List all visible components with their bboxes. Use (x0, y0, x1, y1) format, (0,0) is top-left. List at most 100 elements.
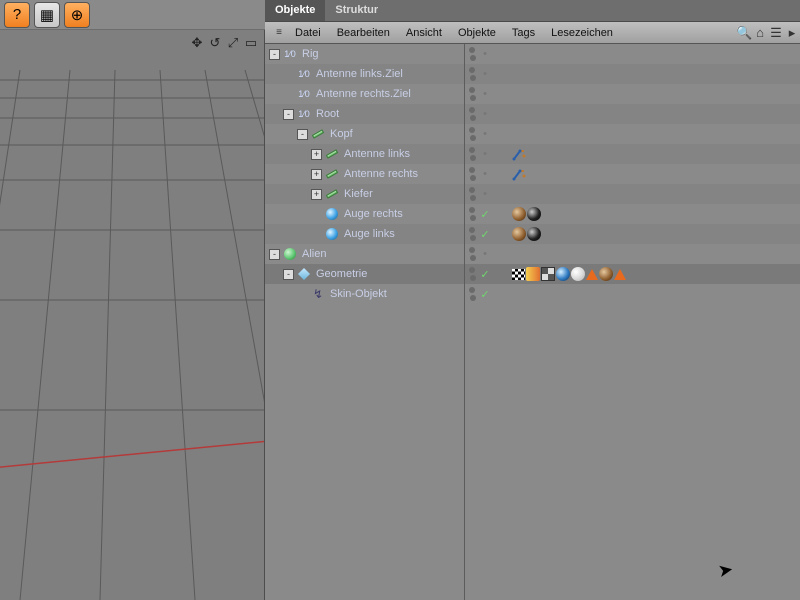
hamburger-icon[interactable]: ≡ (271, 27, 287, 38)
viewport[interactable]: ✥ ↺ ⤢ ▭ (0, 30, 265, 600)
grid-icon (0, 30, 265, 600)
tree-row[interactable]: Auge rechts (265, 204, 464, 224)
search-icon[interactable]: 🔍 (736, 25, 752, 41)
enable-toggle[interactable]: • (480, 48, 490, 60)
material-white-tag-icon[interactable] (571, 267, 585, 281)
object-label[interactable]: Root (313, 108, 339, 120)
enable-toggle[interactable]: • (480, 68, 490, 80)
menu-ansicht[interactable]: Ansicht (398, 27, 450, 39)
collapse-icon[interactable]: - (269, 249, 280, 260)
visibility-dots-icon[interactable] (469, 87, 476, 101)
object-label[interactable]: Auge rechts (341, 208, 403, 220)
material-blue-tag-icon[interactable] (556, 267, 570, 281)
enable-toggle[interactable]: • (480, 108, 490, 120)
collapse-icon[interactable]: - (269, 49, 280, 60)
visibility-dots-icon[interactable] (469, 107, 476, 121)
object-label[interactable]: Antenne rechts.Ziel (313, 88, 411, 100)
object-label[interactable]: Alien (299, 248, 326, 260)
object-label[interactable]: Skin-Objekt (327, 288, 387, 300)
menu-bearbeiten[interactable]: Bearbeiten (329, 27, 398, 39)
object-label[interactable]: Auge links (341, 228, 395, 240)
enable-toggle[interactable]: ✓ (480, 268, 490, 281)
tree-row[interactable]: - Geometrie (265, 264, 464, 284)
material-black-tag-icon[interactable] (527, 207, 541, 221)
enable-toggle[interactable]: ✓ (480, 228, 490, 241)
tree-row[interactable]: + Antenne rechts (265, 164, 464, 184)
visibility-dots-icon[interactable] (469, 287, 476, 301)
material-brown-tag-icon[interactable] (599, 267, 613, 281)
enable-toggle[interactable]: • (480, 88, 490, 100)
tree-row[interactable]: ↯Skin-Objekt (265, 284, 464, 304)
visibility-dots-icon[interactable] (469, 187, 476, 201)
visibility-dots-icon[interactable] (469, 67, 476, 81)
home-icon[interactable]: ⌂ (752, 25, 768, 40)
visibility-dots-icon[interactable] (469, 47, 476, 61)
tag-column[interactable]: • • • • • • • • ✓ ✓ • ✓ ✓ (465, 44, 800, 600)
tree-column[interactable]: -1⁄0Rig1⁄0Antenne links.Ziel1⁄0Antenne r… (265, 44, 465, 600)
null-icon: 1⁄0 (297, 87, 311, 101)
web-button[interactable]: ⊕ (64, 2, 90, 28)
object-label[interactable]: Kopf (327, 128, 353, 140)
enable-toggle[interactable]: • (480, 168, 490, 180)
uvw-tag-icon[interactable] (541, 267, 555, 281)
tree-row[interactable]: 1⁄0Antenne links.Ziel (265, 64, 464, 84)
enable-toggle[interactable]: ✓ (480, 208, 490, 221)
menu-objekte[interactable]: Objekte (450, 27, 504, 39)
tree-row[interactable]: - Kopf (265, 124, 464, 144)
visibility-dots-icon[interactable] (469, 227, 476, 241)
object-label[interactable]: Antenne links (341, 148, 410, 160)
menu-tags[interactable]: Tags (504, 27, 543, 39)
tree-row[interactable]: -1⁄0Root (265, 104, 464, 124)
tag-row: • (465, 124, 800, 144)
tab-bar: Objekte Struktur (265, 0, 800, 22)
collapse-icon[interactable]: - (283, 269, 294, 280)
object-label[interactable]: Rig (299, 48, 319, 60)
tree-row[interactable]: -1⁄0Rig (265, 44, 464, 64)
tree-row[interactable]: + Antenne links (265, 144, 464, 164)
visibility-dots-icon[interactable] (469, 127, 476, 141)
expand-icon[interactable]: + (311, 149, 322, 160)
enable-toggle[interactable]: • (480, 188, 490, 200)
visibility-dots-icon[interactable] (469, 207, 476, 221)
enable-toggle[interactable]: • (480, 248, 490, 260)
joint-icon (311, 127, 325, 141)
list-icon[interactable]: ☰ (768, 25, 784, 41)
menu-datei[interactable]: Datei (287, 27, 329, 39)
tab-struktur[interactable]: Struktur (325, 0, 388, 21)
expand-icon[interactable]: ▸ (784, 25, 800, 41)
help-button[interactable]: ? (4, 2, 30, 28)
enable-toggle[interactable]: • (480, 128, 490, 140)
enable-toggle[interactable]: ✓ (480, 288, 490, 301)
phong-tag-icon[interactable] (614, 269, 626, 280)
visibility-dots-icon[interactable] (469, 167, 476, 181)
tree-row[interactable]: - Alien (265, 244, 464, 264)
phong-tag-icon[interactable] (586, 269, 598, 280)
object-label[interactable]: Antenne rechts (341, 168, 418, 180)
tree-row[interactable]: + Kiefer (265, 184, 464, 204)
expand-icon[interactable]: + (311, 189, 322, 200)
object-label[interactable]: Geometrie (313, 268, 367, 280)
menu-lesezeichen[interactable]: Lesezeichen (543, 27, 621, 39)
tree-row[interactable]: 1⁄0Antenne rechts.Ziel (265, 84, 464, 104)
object-label[interactable]: Kiefer (341, 188, 373, 200)
selection-tag-icon[interactable] (512, 268, 525, 281)
collapse-icon[interactable]: - (283, 109, 294, 120)
visibility-dots-icon[interactable] (469, 267, 476, 281)
collapse-icon[interactable]: - (297, 129, 308, 140)
expand-icon[interactable]: + (311, 169, 322, 180)
tab-objekte[interactable]: Objekte (265, 0, 325, 21)
material-brown-tag-icon[interactable] (512, 207, 526, 221)
menu-grid-button[interactable]: ▦ (34, 2, 60, 28)
tag-group (512, 167, 526, 181)
tree-row[interactable]: Auge links (265, 224, 464, 244)
ik-tag-icon[interactable] (512, 167, 526, 181)
visibility-dots-icon[interactable] (469, 147, 476, 161)
ik-tag-icon[interactable] (512, 147, 526, 161)
object-label[interactable]: Antenne links.Ziel (313, 68, 403, 80)
material-black-tag-icon[interactable] (527, 227, 541, 241)
tag-group (512, 227, 541, 241)
visibility-dots-icon[interactable] (469, 247, 476, 261)
weight-tag-icon[interactable] (526, 267, 540, 281)
enable-toggle[interactable]: • (480, 148, 490, 160)
material-brown-tag-icon[interactable] (512, 227, 526, 241)
